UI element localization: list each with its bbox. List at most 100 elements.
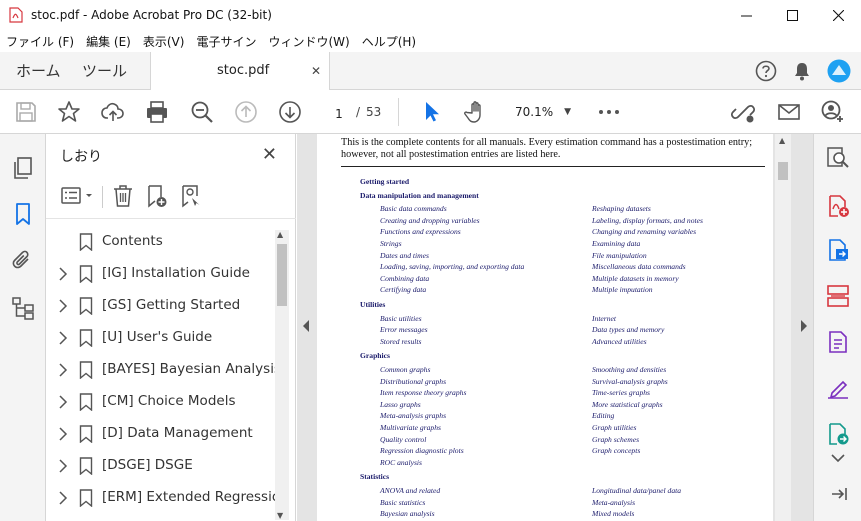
- toc-link[interactable]: Multiple imputation: [592, 285, 653, 294]
- toc-link[interactable]: Basic statistics: [380, 498, 425, 507]
- edit-pdf-icon[interactable]: [826, 330, 850, 354]
- toc-link[interactable]: Quality control: [380, 435, 426, 444]
- toc-link[interactable]: Longitudinal data/panel data: [592, 486, 681, 495]
- chevron-right-icon[interactable]: [58, 299, 68, 313]
- toc-link[interactable]: Item response theory graphs: [380, 388, 466, 397]
- chevron-right-icon[interactable]: [58, 491, 68, 505]
- close-panel-button[interactable]: ✕: [262, 144, 277, 165]
- add-person-icon[interactable]: [821, 100, 845, 124]
- share-link-icon[interactable]: [731, 100, 755, 124]
- minimize-button[interactable]: [723, 0, 769, 30]
- bookmark-item[interactable]: [ERM] Extended Regression: [46, 482, 289, 514]
- previous-page-icon[interactable]: [234, 100, 258, 124]
- toc-link[interactable]: Advanced utilities: [592, 337, 647, 346]
- chevron-right-icon[interactable]: [58, 267, 68, 281]
- tab-document[interactable]: stoc.pdf ✕: [150, 52, 330, 91]
- page-number-input[interactable]: 1: [322, 102, 356, 124]
- hand-tool-icon[interactable]: [464, 100, 488, 124]
- toc-link[interactable]: Changing and renaming variables: [592, 227, 696, 236]
- close-tab-button[interactable]: ✕: [311, 64, 321, 78]
- print-icon[interactable]: [145, 100, 169, 124]
- toc-link[interactable]: Multivariate graphs: [380, 423, 441, 432]
- toc-link[interactable]: Graph concepts: [592, 446, 640, 455]
- tab-home[interactable]: ホーム: [16, 52, 61, 90]
- document-scrollbar[interactable]: ▲: [775, 134, 791, 521]
- page-thumbnails-icon[interactable]: [11, 156, 35, 180]
- export-pdf-icon[interactable]: [826, 238, 850, 262]
- create-pdf-icon[interactable]: [826, 194, 850, 218]
- toc-link[interactable]: Miscellaneous data commands: [592, 262, 686, 271]
- collapse-left-panel-icon[interactable]: [302, 319, 310, 333]
- bookmark-item[interactable]: [GS] Getting Started: [46, 290, 274, 322]
- menu-esign[interactable]: 電子サイン: [190, 33, 262, 50]
- save-icon[interactable]: [14, 100, 38, 124]
- bookmark-item[interactable]: [U] User's Guide: [46, 322, 274, 354]
- tab-tools[interactable]: ツール: [82, 52, 127, 90]
- collapse-tools-pane-icon[interactable]: [830, 486, 848, 502]
- toc-link[interactable]: Multiple datasets in memory: [592, 274, 679, 283]
- cloud-upload-icon[interactable]: [101, 100, 125, 124]
- toc-link[interactable]: Labeling, display formats, and notes: [592, 216, 703, 225]
- zoom-out-icon[interactable]: [190, 100, 214, 124]
- toc-link[interactable]: Strings: [380, 239, 402, 248]
- star-bookmark-icon[interactable]: [57, 100, 81, 124]
- next-page-icon[interactable]: [278, 100, 302, 124]
- scroll-down-arrow-icon[interactable]: ▼: [277, 511, 283, 520]
- toc-section-getting-started[interactable]: Getting started: [360, 177, 409, 186]
- toc-link[interactable]: Meta-analysis: [592, 498, 635, 507]
- toc-link[interactable]: More statistical graphs: [592, 400, 663, 409]
- toc-section-utilities[interactable]: Utilities: [360, 300, 385, 309]
- chevron-right-icon[interactable]: [58, 459, 68, 473]
- zoom-level-select[interactable]: 70.1% ▼: [507, 101, 575, 123]
- help-icon[interactable]: [755, 60, 777, 82]
- notifications-bell-icon[interactable]: [791, 60, 813, 82]
- toc-link[interactable]: Distributional graphs: [380, 377, 446, 386]
- bookmarks-scrollbar[interactable]: ▲ ▼: [275, 230, 289, 520]
- zoom-in-search-icon[interactable]: [826, 146, 850, 170]
- toc-section-graphics[interactable]: Graphics: [360, 351, 390, 360]
- menu-window[interactable]: ウィンドウ(W): [262, 33, 355, 50]
- account-avatar-icon[interactable]: [827, 59, 851, 83]
- toc-link[interactable]: Common graphs: [380, 365, 430, 374]
- toc-link[interactable]: Graph utilities: [592, 423, 637, 432]
- organize-pages-icon[interactable]: [826, 284, 850, 308]
- toc-link[interactable]: Reshaping datasets: [592, 204, 651, 213]
- close-window-button[interactable]: [815, 0, 861, 30]
- bookmark-item[interactable]: Contents: [46, 226, 274, 258]
- collapse-right-panel-icon[interactable]: [800, 319, 808, 333]
- toc-link[interactable]: Survival-analysis graphs: [592, 377, 668, 386]
- toc-link[interactable]: Certifying data: [380, 285, 426, 294]
- toc-link[interactable]: Lasso graphs: [380, 400, 421, 409]
- toc-section-statistics[interactable]: Statistics: [360, 472, 389, 481]
- toc-link[interactable]: Functions and expressions: [380, 227, 461, 236]
- scrollbar-thumb[interactable]: [277, 244, 287, 306]
- bookmark-item[interactable]: [IG] Installation Guide: [46, 258, 274, 290]
- new-bookmark-icon[interactable]: [146, 184, 168, 208]
- toc-link[interactable]: Dates and times: [380, 251, 429, 260]
- more-options-icon[interactable]: [597, 100, 621, 124]
- toc-link[interactable]: ROC analysis: [380, 458, 422, 467]
- delete-trash-icon[interactable]: [112, 184, 134, 208]
- send-for-review-icon[interactable]: [826, 422, 850, 446]
- menu-file[interactable]: ファイル (F): [0, 33, 80, 50]
- toc-link[interactable]: Loading, saving, importing, and exportin…: [380, 262, 524, 271]
- toc-link[interactable]: Graph schemes: [592, 435, 639, 444]
- toc-link[interactable]: Data types and memory: [592, 325, 664, 334]
- find-bookmark-icon[interactable]: [180, 184, 202, 208]
- toc-link[interactable]: File manipulation: [592, 251, 647, 260]
- toc-link[interactable]: Error messages: [380, 325, 428, 334]
- chevron-right-icon[interactable]: [58, 395, 68, 409]
- menu-edit[interactable]: 編集 (E): [80, 33, 137, 50]
- toc-link[interactable]: Time-series graphs: [592, 388, 650, 397]
- bookmark-item[interactable]: [BAYES] Bayesian Analysis: [46, 354, 281, 386]
- attachments-paperclip-icon[interactable]: [11, 248, 35, 272]
- maximize-button[interactable]: [769, 0, 815, 30]
- chevron-down-icon[interactable]: [830, 452, 846, 464]
- toc-link[interactable]: Editing: [592, 411, 614, 420]
- toc-link[interactable]: Creating and dropping variables: [380, 216, 480, 225]
- toc-link[interactable]: Smoothing and densities: [592, 365, 666, 374]
- toc-link[interactable]: Regression diagnostic plots: [380, 446, 464, 455]
- toc-link[interactable]: Bayesian analysis: [380, 509, 435, 518]
- bookmark-item[interactable]: [DSGE] DSGE: [46, 450, 274, 482]
- toc-link[interactable]: Stored results: [380, 337, 421, 346]
